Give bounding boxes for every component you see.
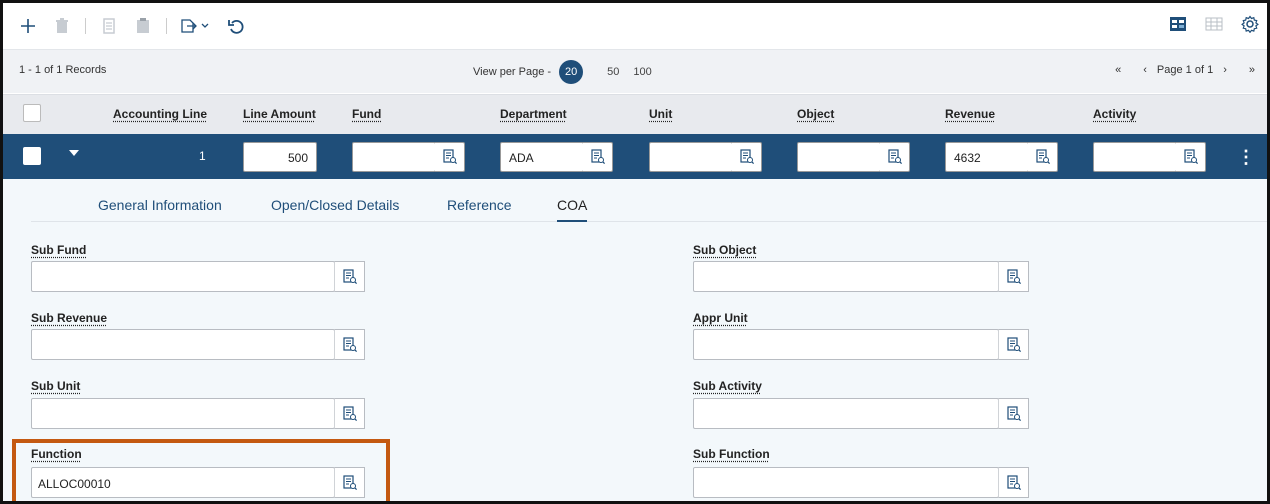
- sub-fund-input[interactable]: [31, 261, 335, 292]
- object-lookup-icon[interactable]: [880, 142, 910, 172]
- col-object[interactable]: Object: [797, 107, 834, 121]
- sub-activity-lookup-icon[interactable]: [998, 398, 1029, 429]
- sub-object-label: Sub Object: [693, 243, 757, 257]
- sub-unit-input[interactable]: [31, 398, 335, 429]
- sub-function-input[interactable]: [693, 467, 999, 498]
- appr-unit-input[interactable]: [693, 329, 999, 360]
- last-page-button[interactable]: »: [1249, 64, 1255, 76]
- department-lookup-icon[interactable]: [583, 142, 613, 172]
- pager: « ‹ Page 1 of 1 › »: [1101, 64, 1255, 76]
- function-highlight-box: [12, 439, 390, 501]
- select-all-checkbox[interactable]: [23, 104, 41, 122]
- row-more-menu-icon[interactable]: ⋮: [1237, 147, 1255, 168]
- page-indicator: Page 1 of 1: [1156, 64, 1214, 76]
- column-view-icon[interactable]: [1167, 13, 1189, 35]
- tab-reference[interactable]: Reference: [447, 197, 512, 213]
- sub-object-lookup-icon[interactable]: [998, 261, 1029, 292]
- col-activity[interactable]: Activity: [1093, 107, 1136, 121]
- fund-lookup-icon[interactable]: [435, 142, 465, 172]
- sub-revenue-lookup-icon[interactable]: [334, 329, 365, 360]
- records-bar: 1 - 1 of 1 Records View per Page - 20 50…: [3, 49, 1267, 93]
- settings-icon[interactable]: [1239, 13, 1261, 35]
- revenue-input[interactable]: 4632: [945, 142, 1029, 172]
- expand-chevron-icon[interactable]: [69, 150, 79, 156]
- line-amount-input[interactable]: 500: [243, 142, 317, 172]
- view-per-page: View per Page - 20 50 100: [473, 60, 652, 84]
- unit-input[interactable]: [649, 142, 733, 172]
- export-icon[interactable]: [179, 15, 213, 37]
- col-accounting-line[interactable]: Accounting Line: [113, 107, 207, 121]
- copy-icon[interactable]: [98, 15, 120, 37]
- sub-function-label: Sub Function: [693, 447, 770, 461]
- row-checkbox[interactable]: [23, 147, 41, 165]
- sub-revenue-input[interactable]: [31, 329, 335, 360]
- sub-fund-lookup-icon[interactable]: [334, 261, 365, 292]
- per-page-option-active[interactable]: 20: [559, 60, 584, 84]
- paste-icon[interactable]: [132, 15, 154, 37]
- delete-icon[interactable]: [51, 15, 73, 37]
- toolbar: [3, 3, 1267, 48]
- per-page-option-50[interactable]: 50: [607, 66, 619, 78]
- fund-input[interactable]: [352, 142, 436, 172]
- active-tab-indicator: [557, 220, 587, 222]
- first-page-button[interactable]: «: [1115, 64, 1121, 76]
- tab-general-information[interactable]: General Information: [98, 197, 222, 213]
- object-input[interactable]: [797, 142, 881, 172]
- activity-input[interactable]: [1093, 142, 1177, 172]
- table-row[interactable]: 1 500 ADA 4632 ⋮: [3, 134, 1267, 179]
- record-count: 1 - 1 of 1 Records: [19, 64, 107, 76]
- appr-unit-lookup-icon[interactable]: [998, 329, 1029, 360]
- department-input[interactable]: ADA: [500, 142, 584, 172]
- row-line-number: 1: [199, 149, 206, 163]
- detail-tabs: General Information Open/Closed Details …: [31, 179, 1267, 222]
- col-line-amount[interactable]: Line Amount: [243, 107, 316, 121]
- next-page-button[interactable]: ›: [1223, 64, 1227, 76]
- unit-lookup-icon[interactable]: [732, 142, 762, 172]
- sub-unit-label: Sub Unit: [31, 379, 81, 393]
- sub-object-input[interactable]: [693, 261, 999, 292]
- table-header: Accounting Line Line Amount Fund Departm…: [3, 94, 1267, 134]
- prev-page-button[interactable]: ‹: [1143, 64, 1147, 76]
- appr-unit-label: Appr Unit: [693, 311, 748, 325]
- col-department[interactable]: Department: [500, 107, 567, 121]
- activity-lookup-icon[interactable]: [1176, 142, 1206, 172]
- per-page-option-100[interactable]: 100: [633, 66, 651, 78]
- col-unit[interactable]: Unit: [649, 107, 672, 121]
- add-icon[interactable]: [17, 15, 39, 37]
- sub-function-lookup-icon[interactable]: [998, 467, 1029, 498]
- revenue-lookup-icon[interactable]: [1028, 142, 1058, 172]
- sub-activity-input[interactable]: [693, 398, 999, 429]
- tab-coa[interactable]: COA: [557, 197, 587, 213]
- col-revenue[interactable]: Revenue: [945, 107, 995, 121]
- col-fund[interactable]: Fund: [352, 107, 381, 121]
- toolbar-divider: [166, 17, 167, 34]
- toolbar-right: [1153, 13, 1261, 35]
- view-per-page-label: View per Page -: [473, 66, 552, 78]
- toolbar-divider: [85, 17, 86, 34]
- sub-unit-lookup-icon[interactable]: [334, 398, 365, 429]
- app-window: 1 - 1 of 1 Records View per Page - 20 50…: [0, 0, 1270, 504]
- sub-revenue-label: Sub Revenue: [31, 311, 108, 325]
- sub-fund-label: Sub Fund: [31, 243, 87, 257]
- grid-view-icon[interactable]: [1203, 13, 1225, 35]
- undo-icon[interactable]: [225, 15, 247, 37]
- sub-activity-label: Sub Activity: [693, 379, 762, 393]
- tab-open-closed-details[interactable]: Open/Closed Details: [271, 197, 399, 213]
